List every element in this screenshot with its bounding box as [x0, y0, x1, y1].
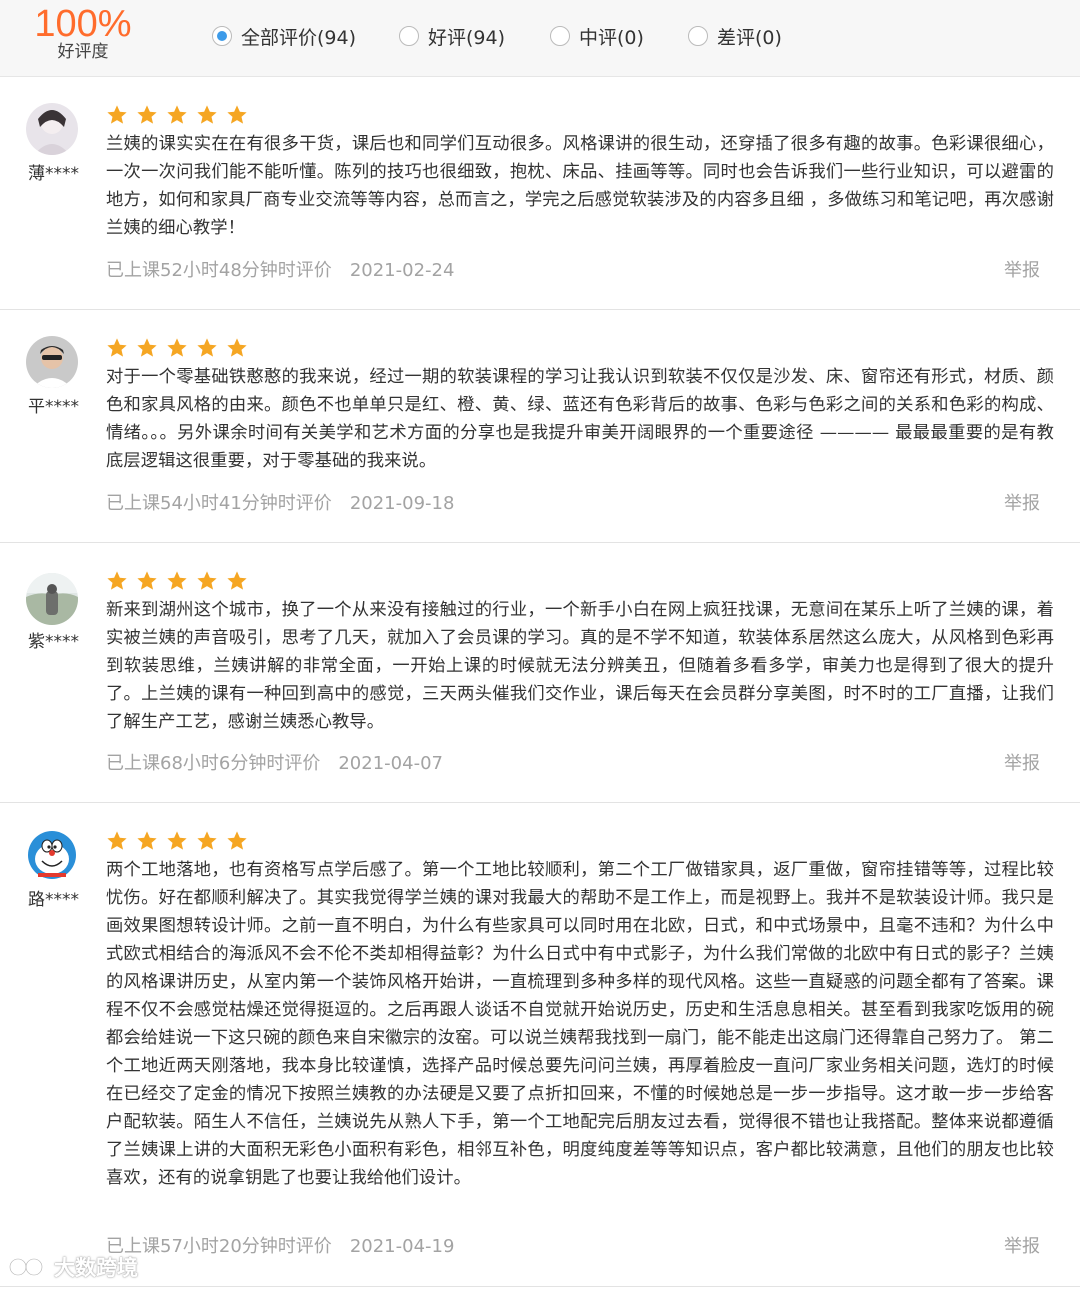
avatar[interactable]	[26, 573, 78, 625]
star-icon	[227, 831, 247, 850]
username: 路****	[28, 890, 79, 910]
review-item: 薄**** 兰姨的课实实在在有很多干货，课后也和同学们互动很多。风格课讲的很生动…	[0, 77, 1080, 310]
star-rating	[106, 337, 248, 359]
study-time: 已上课52小时48分钟时评价	[106, 260, 332, 281]
star-icon	[107, 338, 127, 357]
study-time: 已上课68小时6分钟时评价	[106, 753, 321, 774]
filter-all-label: 全部评价(94)	[241, 26, 357, 49]
star-icon	[137, 831, 157, 850]
star-icon	[137, 338, 157, 357]
star-icon	[137, 571, 157, 590]
radio-checked-icon[interactable]	[212, 26, 232, 46]
positive-rating-percentage: 100%	[34, 3, 132, 45]
filter-bar: 100% 好评度 全部评价(94) 好评(94) 中评(0) 差评(0)	[0, 0, 1080, 77]
star-icon	[227, 571, 247, 590]
star-icon	[197, 831, 217, 850]
report-link[interactable]: 举报	[1004, 489, 1040, 515]
star-icon	[197, 105, 217, 124]
star-icon	[167, 571, 187, 590]
review-date: 2021-02-24	[349, 260, 455, 281]
star-icon	[167, 831, 187, 850]
review-item: 平**** 对于一个零基础铁憨憨的我来说，经过一期的软装课程的学习让我认识到软装…	[0, 310, 1080, 543]
filter-positive-reviews[interactable]: 好评(94)	[399, 22, 505, 50]
watermark-logo-icon	[8, 1257, 44, 1277]
review-date: 2021-09-18	[349, 493, 455, 514]
star-icon	[167, 338, 187, 357]
watermark: 大数跨境	[8, 1252, 138, 1282]
radio-unchecked-icon[interactable]	[688, 26, 708, 46]
positive-rating-summary: 100% 好评度	[22, 2, 144, 62]
review-text: 新来到湖州这个城市，换了一个从来没有接触过的行业，一个新手小白在网上疯狂找课，无…	[106, 600, 1054, 732]
report-link[interactable]: 举报	[1004, 256, 1040, 282]
review-meta: 已上课68小时6分钟时评价 2021-04-07	[106, 749, 443, 775]
avatar[interactable]	[26, 336, 78, 388]
star-icon	[197, 571, 217, 590]
review-meta: 已上课57小时20分钟时评价 2021-04-19	[106, 1232, 454, 1258]
review-text: 两个工地落地，也有资格写点学后感了。第一个工地比较顺利，第二个工厂做错家具，返厂…	[106, 860, 1054, 1188]
filter-neutral-label: 中评(0)	[579, 26, 644, 49]
star-icon	[107, 831, 127, 850]
filter-neutral-reviews[interactable]: 中评(0)	[550, 22, 644, 50]
radio-unchecked-icon[interactable]	[399, 26, 419, 46]
star-icon	[137, 105, 157, 124]
star-icon	[167, 105, 187, 124]
watermark-text: 大数跨境	[54, 1256, 138, 1280]
username: 紫****	[28, 632, 79, 652]
star-rating	[106, 104, 248, 126]
avatar[interactable]	[26, 103, 78, 155]
report-link[interactable]: 举报	[1004, 749, 1040, 775]
star-icon	[227, 338, 247, 357]
star-rating	[106, 570, 248, 592]
review-text: 兰姨的课实实在在有很多干货，课后也和同学们互动很多。风格课讲的很生动，还穿插了很…	[106, 134, 1054, 238]
filter-negative-label: 差评(0)	[717, 26, 782, 49]
review-text: 对于一个零基础铁憨憨的我来说，经过一期的软装课程的学习让我认识到软装不仅仅是沙发…	[106, 367, 1054, 471]
filter-all-reviews[interactable]: 全部评价(94)	[212, 22, 356, 50]
avatar[interactable]	[26, 829, 78, 881]
report-link[interactable]: 举报	[1004, 1232, 1040, 1258]
star-icon	[107, 105, 127, 124]
review-meta: 已上课52小时48分钟时评价 2021-02-24	[106, 256, 454, 282]
review-item: 紫**** 新来到湖州这个城市，换了一个从来没有接触过的行业，一个新手小白在网上…	[0, 543, 1080, 803]
review-item: 路**** 两个工地落地，也有资格写点学后感了。第一个工地比较顺利，第二个工厂做…	[0, 803, 1080, 1287]
star-icon	[107, 571, 127, 590]
review-date: 2021-04-07	[338, 753, 443, 774]
username: 薄****	[28, 164, 79, 184]
username: 平****	[28, 397, 79, 417]
star-rating	[106, 830, 248, 852]
filter-positive-label: 好评(94)	[428, 26, 506, 49]
review-meta: 已上课54小时41分钟时评价 2021-09-18	[106, 489, 454, 515]
study-time: 已上课54小时41分钟时评价	[106, 493, 332, 514]
radio-unchecked-icon[interactable]	[550, 26, 570, 46]
star-icon	[197, 338, 217, 357]
filter-negative-reviews[interactable]: 差评(0)	[688, 22, 782, 50]
study-time: 已上课57小时20分钟时评价	[106, 1236, 332, 1257]
star-icon	[227, 105, 247, 124]
review-date: 2021-04-19	[349, 1236, 455, 1257]
